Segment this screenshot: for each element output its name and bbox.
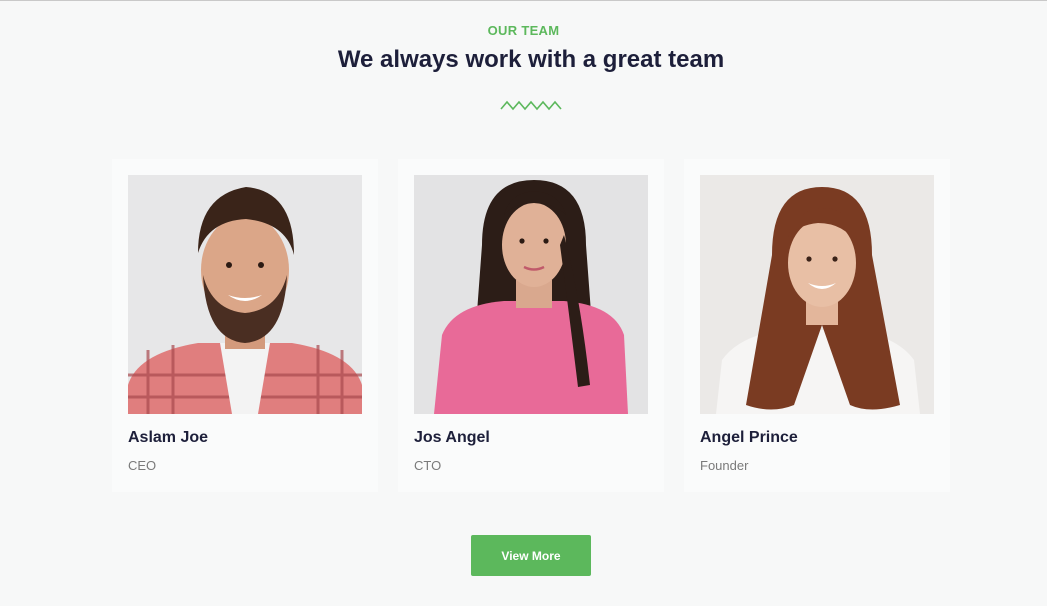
member-name: Angel Prince <box>700 429 798 446</box>
section-title: We always work with a great team <box>337 46 725 73</box>
top-divider <box>0 0 1047 1</box>
zigzag-divider-icon <box>500 100 562 111</box>
team-card: Jos Angel CTO <box>398 159 664 492</box>
member-photo <box>700 175 934 414</box>
member-role: CEO <box>128 458 157 473</box>
member-name: Jos Angel <box>414 429 490 446</box>
view-more-button[interactable]: View More <box>471 535 591 576</box>
team-card: Angel Prince Founder <box>684 159 950 492</box>
team-card: Aslam Joe CEO <box>112 159 378 492</box>
member-name: Aslam Joe <box>128 429 209 446</box>
member-photo <box>128 175 362 414</box>
member-role: Founder <box>700 458 749 473</box>
member-role: CTO <box>414 458 442 473</box>
section-eyebrow: OUR TEAM <box>487 23 560 38</box>
member-photo <box>414 175 648 414</box>
